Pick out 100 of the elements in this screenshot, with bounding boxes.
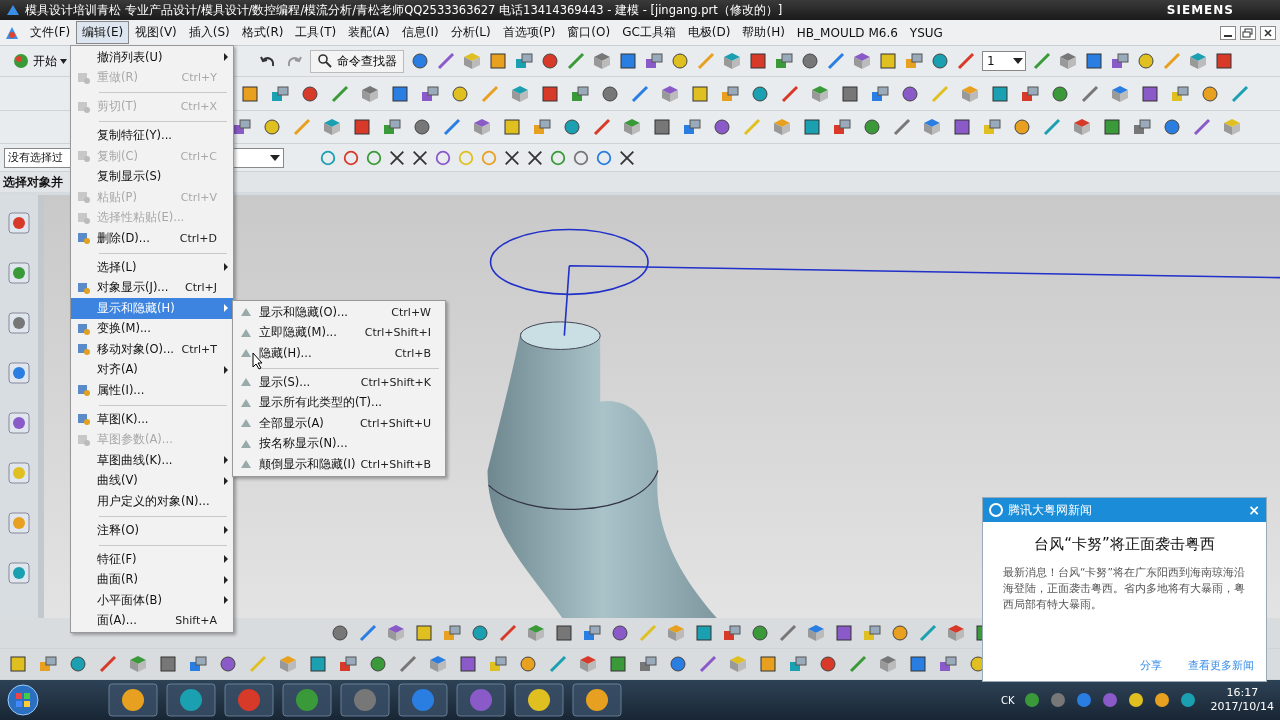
menu-bar-item[interactable]: 分析(L) xyxy=(444,21,497,44)
tray-icon[interactable] xyxy=(1022,691,1041,709)
tool-icon[interactable] xyxy=(890,623,910,643)
tool-icon[interactable] xyxy=(554,623,574,643)
menu-bar-item[interactable]: 视图(V) xyxy=(129,21,183,44)
menu-item[interactable]: 立即隐藏(M)... Ctrl+Shift+I xyxy=(233,322,445,343)
tool-icon[interactable] xyxy=(870,83,890,104)
tool-icon[interactable] xyxy=(158,654,178,674)
tool-icon[interactable] xyxy=(1012,117,1032,137)
tool-icon[interactable] xyxy=(952,117,972,137)
tool-icon[interactable] xyxy=(818,654,838,674)
tool-icon[interactable] xyxy=(930,51,950,71)
taskbar-app-icon[interactable] xyxy=(398,683,448,717)
menu-bar-item[interactable]: YSUG xyxy=(903,22,949,43)
taskbar-app-icon[interactable] xyxy=(166,683,216,717)
tool-icon[interactable] xyxy=(1136,51,1156,71)
menu-bar-item[interactable]: 插入(S) xyxy=(182,21,236,44)
tool-icon[interactable] xyxy=(503,148,521,167)
tool-icon[interactable] xyxy=(412,117,432,137)
tool-icon[interactable] xyxy=(1020,83,1040,104)
tool-icon[interactable] xyxy=(450,83,470,104)
menu-bar-item[interactable]: 格式(R) xyxy=(235,21,290,44)
menu-item[interactable]: 全部显示(A) Ctrl+Shift+U xyxy=(233,413,445,434)
command-finder-button[interactable]: 命令查找器 xyxy=(310,49,404,73)
tool-icon[interactable] xyxy=(410,51,430,71)
tool-icon[interactable] xyxy=(540,83,560,104)
menu-item[interactable]: 注释(O) xyxy=(71,511,233,541)
menu-item[interactable]: 用户定义的对象(N)... xyxy=(71,491,233,512)
tool-icon[interactable] xyxy=(1102,117,1122,137)
tool-icon[interactable] xyxy=(411,148,429,167)
tool-icon[interactable] xyxy=(218,654,238,674)
tool-icon[interactable] xyxy=(608,654,628,674)
menu-item[interactable]: 移动对象(O)... Ctrl+T xyxy=(71,339,233,360)
tool-icon[interactable] xyxy=(750,623,770,643)
news-link[interactable]: 查看更多新闻 xyxy=(1188,658,1254,673)
menu-bar-item[interactable]: 工具(T) xyxy=(289,21,343,44)
menu-bar-item[interactable]: 信息(I) xyxy=(395,21,445,44)
taskbar-app-icon[interactable] xyxy=(572,683,622,717)
tool-icon[interactable] xyxy=(388,148,406,167)
tool-icon[interactable] xyxy=(1084,51,1104,71)
menu-item[interactable]: 复制特征(Y)... xyxy=(71,117,233,146)
tool-icon[interactable] xyxy=(908,654,928,674)
resource-tab-icon[interactable] xyxy=(7,259,31,287)
menu-item[interactable]: 复制显示(S) xyxy=(71,166,233,187)
tool-icon[interactable] xyxy=(1200,83,1220,104)
tool-icon[interactable] xyxy=(832,117,852,137)
tool-icon[interactable] xyxy=(470,623,490,643)
tool-icon[interactable] xyxy=(1132,117,1152,137)
tray-icon[interactable] xyxy=(1126,691,1145,709)
tool-icon[interactable] xyxy=(1162,117,1182,137)
tool-icon[interactable] xyxy=(610,623,630,643)
menu-bar-item[interactable]: 电极(D) xyxy=(681,21,737,44)
resource-tab-icon[interactable] xyxy=(7,409,31,437)
tool-icon[interactable] xyxy=(352,117,372,137)
tool-icon[interactable] xyxy=(840,83,860,104)
tool-icon[interactable] xyxy=(750,83,770,104)
menu-item[interactable]: 按名称显示(N)... xyxy=(233,433,445,454)
tool-icon[interactable] xyxy=(232,117,252,137)
menu-bar-item[interactable]: 编辑(E) xyxy=(76,21,130,44)
tool-icon[interactable] xyxy=(1110,51,1130,71)
menu-item[interactable]: 特征(F) xyxy=(71,540,233,570)
menu-item[interactable]: 显示和隐藏(O)... Ctrl+W xyxy=(233,302,445,323)
tool-icon[interactable] xyxy=(652,117,672,137)
tool-icon[interactable] xyxy=(668,654,688,674)
tool-icon[interactable] xyxy=(1214,51,1234,71)
menu-item[interactable]: 显示(S)... Ctrl+Shift+K xyxy=(233,363,445,393)
input-indicator[interactable]: CK xyxy=(1001,694,1015,706)
menu-bar-item[interactable]: 窗口(O) xyxy=(561,21,617,44)
close-icon[interactable] xyxy=(1260,25,1276,40)
menu-bar-item[interactable]: GC工具箱 xyxy=(616,21,682,44)
menu-item[interactable]: 颠倒显示和隐藏(I) Ctrl+Shift+B xyxy=(233,454,445,475)
tool-icon[interactable] xyxy=(1050,83,1070,104)
tool-icon[interactable] xyxy=(682,117,702,137)
tool-icon[interactable] xyxy=(518,654,538,674)
tool-icon[interactable] xyxy=(618,51,638,71)
tool-icon[interactable] xyxy=(368,654,388,674)
tool-icon[interactable] xyxy=(390,83,410,104)
tool-icon[interactable] xyxy=(748,51,768,71)
menu-item[interactable]: 曲线(V) xyxy=(71,470,233,491)
resource-tab-icon[interactable] xyxy=(7,209,31,237)
layer-dropdown[interactable]: 1 xyxy=(982,51,1026,71)
tool-icon[interactable] xyxy=(300,83,320,104)
tray-icon[interactable] xyxy=(1074,691,1093,709)
menu-item[interactable]: 显示所有此类型的(T)... xyxy=(233,392,445,413)
tool-icon[interactable] xyxy=(644,51,664,71)
restore-icon[interactable] xyxy=(1240,25,1256,40)
tool-icon[interactable] xyxy=(540,51,560,71)
tool-icon[interactable] xyxy=(800,51,820,71)
tool-icon[interactable] xyxy=(68,654,88,674)
tool-icon[interactable] xyxy=(562,117,582,137)
menu-item[interactable]: 草图曲线(K)... xyxy=(71,450,233,471)
resource-tab-icon[interactable] xyxy=(7,559,31,587)
start-orb-icon[interactable] xyxy=(6,683,40,717)
resource-tab-icon[interactable] xyxy=(7,309,31,337)
taskbar-app-icon[interactable] xyxy=(282,683,332,717)
menu-bar-item[interactable]: 装配(A) xyxy=(342,21,396,44)
menu-bar-item[interactable]: 文件(F) xyxy=(24,21,77,44)
menu-item[interactable]: 变换(M)... xyxy=(71,318,233,339)
tray-icon[interactable] xyxy=(1152,691,1171,709)
menu-item[interactable]: 小平面体(B) xyxy=(71,590,233,611)
